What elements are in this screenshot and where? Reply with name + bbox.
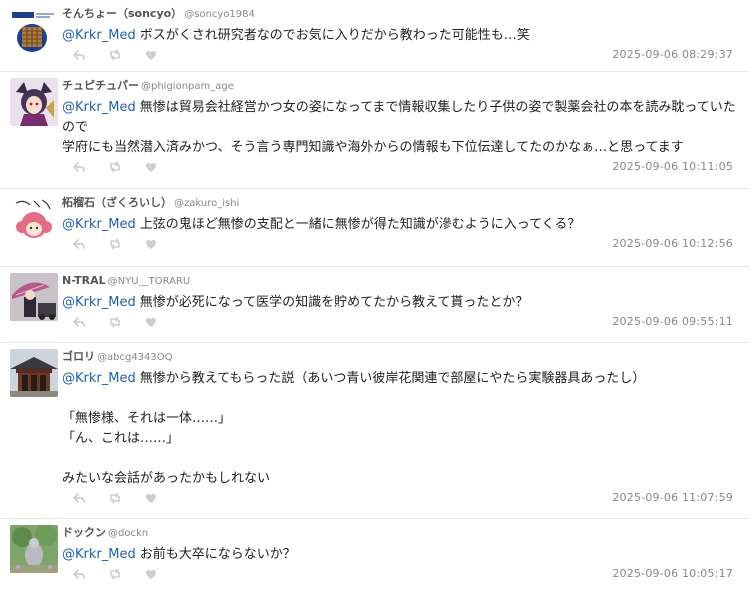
like-heart-icon[interactable] [144, 237, 158, 251]
reply-item: ゴロリ @abcg4343OQ @Krkr_Med 無惨から教えてもらった説（あいつ… [0, 343, 749, 519]
mention-link[interactable]: @Krkr_Med [62, 295, 136, 310]
author-handle[interactable]: @NYU__TORARU [108, 276, 191, 287]
reply-body: 上弦の鬼ほど無惨の支配と一緒に無惨が得た知識が滲むように入ってくる？ [139, 217, 581, 232]
mention-link[interactable]: @Krkr_Med [62, 28, 136, 43]
retweet-icon[interactable] [108, 315, 122, 329]
author-handle[interactable]: @abcg4343OQ [97, 352, 173, 363]
retweet-icon[interactable] [108, 48, 122, 62]
reply-item: そんちょー（soncyo） @soncyo1984 @Krkr_Med ボスがくされ… [0, 0, 749, 72]
reply-feed: そんちょー（soncyo） @soncyo1984 @Krkr_Med ボスがくされ… [0, 0, 749, 594]
author-handle[interactable]: @zakuro_ishi [174, 198, 239, 209]
reply-body: 無惨は貿易会社経営かつ女の姿になってまで情報収集したり子供の姿で製薬会社の本を読… [62, 100, 736, 155]
avatar[interactable] [10, 195, 58, 243]
reply-icon[interactable] [72, 48, 86, 62]
garden-photo-icon [10, 525, 58, 573]
reply-text: @Krkr_Med お前も大卒にならないか？ [62, 545, 741, 565]
reply-item: N-TRAL @NYU__TORARU @Krkr_Med 無惨が必死になって医学の… [0, 267, 749, 343]
reply-icon[interactable] [72, 567, 86, 581]
avatar[interactable] [10, 525, 58, 573]
like-heart-icon[interactable] [144, 160, 158, 174]
reply-text: @Krkr_Med 無惨が必死になって医学の知識を貯めてたから教えて貰ったとか？ [62, 293, 741, 313]
author-handle[interactable]: @soncyo1984 [184, 9, 255, 20]
reply-icon[interactable] [72, 315, 86, 329]
reply-body: お前も大卒にならないか？ [139, 547, 296, 562]
avatar[interactable] [10, 6, 58, 54]
author-handle[interactable]: @dockn [108, 528, 148, 539]
reply-item: 柘榴石（ざくろいし） @zakuro_ishi @Krkr_Med 上弦の鬼ほど無惨… [0, 189, 749, 267]
retweet-icon[interactable] [108, 567, 122, 581]
retweet-icon[interactable] [108, 491, 122, 505]
mention-link[interactable]: @Krkr_Med [62, 100, 136, 115]
reply-text: @Krkr_Med 上弦の鬼ほど無惨の支配と一緒に無惨が得た知識が滲むように入って… [62, 215, 741, 235]
umbrella-figure-icon [10, 273, 58, 321]
author-name[interactable]: 柘榴石（ざくろいし） [62, 196, 172, 209]
shop-logo-icon [10, 6, 58, 54]
reply-body: ボスがくされ研究者なのでお気に入りだから教わった可能性も…笑 [139, 28, 530, 43]
timestamp[interactable]: 2025-09-06 11:07:59 [612, 491, 733, 504]
timestamp[interactable]: 2025-09-06 09:55:11 [612, 315, 733, 328]
author-name[interactable]: N-TRAL [62, 274, 106, 287]
reply-text: @Krkr_Med 無惨から教えてもらった説（あいつ青い彼岸花関連で部屋にやたら実… [62, 369, 741, 489]
like-heart-icon[interactable] [144, 567, 158, 581]
author-name[interactable]: ゴロリ [62, 350, 95, 363]
reply-icon[interactable] [72, 160, 86, 174]
retweet-icon[interactable] [108, 160, 122, 174]
mention-link[interactable]: @Krkr_Med [62, 547, 136, 562]
mention-link[interactable]: @Krkr_Med [62, 217, 136, 232]
reply-text: @Krkr_Med 無惨は貿易会社経営かつ女の姿になってまで情報収集したり子供の姿… [62, 98, 741, 158]
author-handle[interactable]: @phigionpam_age [141, 81, 234, 92]
reply-item: チュピチュパー @phigionpam_age @Krkr_Med 無惨は貿易会社経… [0, 72, 749, 189]
author-name[interactable]: ドックン [62, 526, 106, 539]
avatar[interactable] [10, 78, 58, 126]
reply-icon[interactable] [72, 491, 86, 505]
timestamp[interactable]: 2025-09-06 10:11:05 [612, 160, 733, 173]
reply-item: ドックン @dockn @Krkr_Med お前も大卒にならないか？ 2025-09… [0, 519, 749, 594]
author-name[interactable]: チュピチュパー [62, 79, 139, 92]
like-heart-icon[interactable] [144, 315, 158, 329]
reply-body: 無惨から教えてもらった説（あいつ青い彼岸花関連で部屋にやたら実験器具あったし） … [62, 371, 646, 486]
mention-link[interactable]: @Krkr_Med [62, 371, 136, 386]
timestamp[interactable]: 2025-09-06 08:29:37 [612, 48, 733, 61]
retweet-icon[interactable] [108, 237, 122, 251]
author-name[interactable]: そんちょー（soncyo） [62, 7, 182, 20]
reply-text: @Krkr_Med ボスがくされ研究者なのでお気に入りだから教わった可能性も…笑 [62, 26, 741, 46]
temple-building-icon [10, 349, 58, 397]
timestamp[interactable]: 2025-09-06 10:05:17 [612, 567, 733, 580]
like-heart-icon[interactable] [144, 491, 158, 505]
avatar[interactable] [10, 349, 58, 397]
timestamp[interactable]: 2025-09-06 10:12:56 [612, 237, 733, 250]
anime-character-icon [10, 78, 58, 126]
avatar[interactable] [10, 273, 58, 321]
reply-icon[interactable] [72, 237, 86, 251]
pink-hair-character-icon [10, 195, 58, 243]
reply-body: 無惨が必死になって医学の知識を貯めてたから教えて貰ったとか？ [139, 295, 529, 310]
like-heart-icon[interactable] [144, 48, 158, 62]
